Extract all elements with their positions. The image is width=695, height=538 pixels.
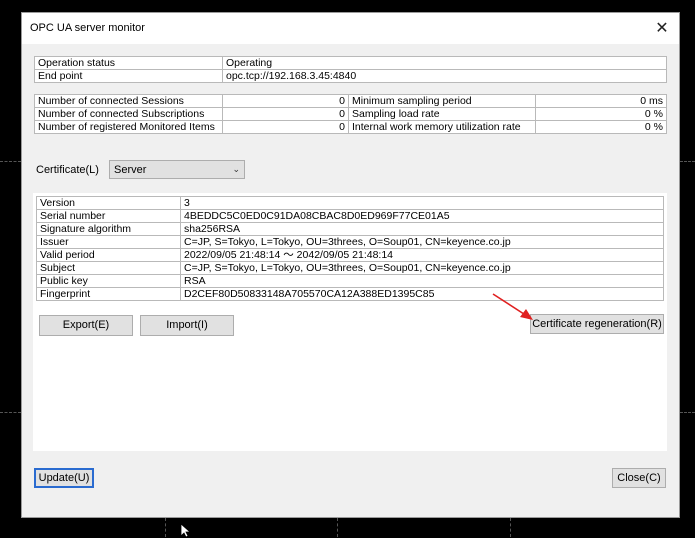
mouse-cursor-icon bbox=[181, 524, 191, 538]
annotation-arrow-icon bbox=[492, 293, 533, 320]
